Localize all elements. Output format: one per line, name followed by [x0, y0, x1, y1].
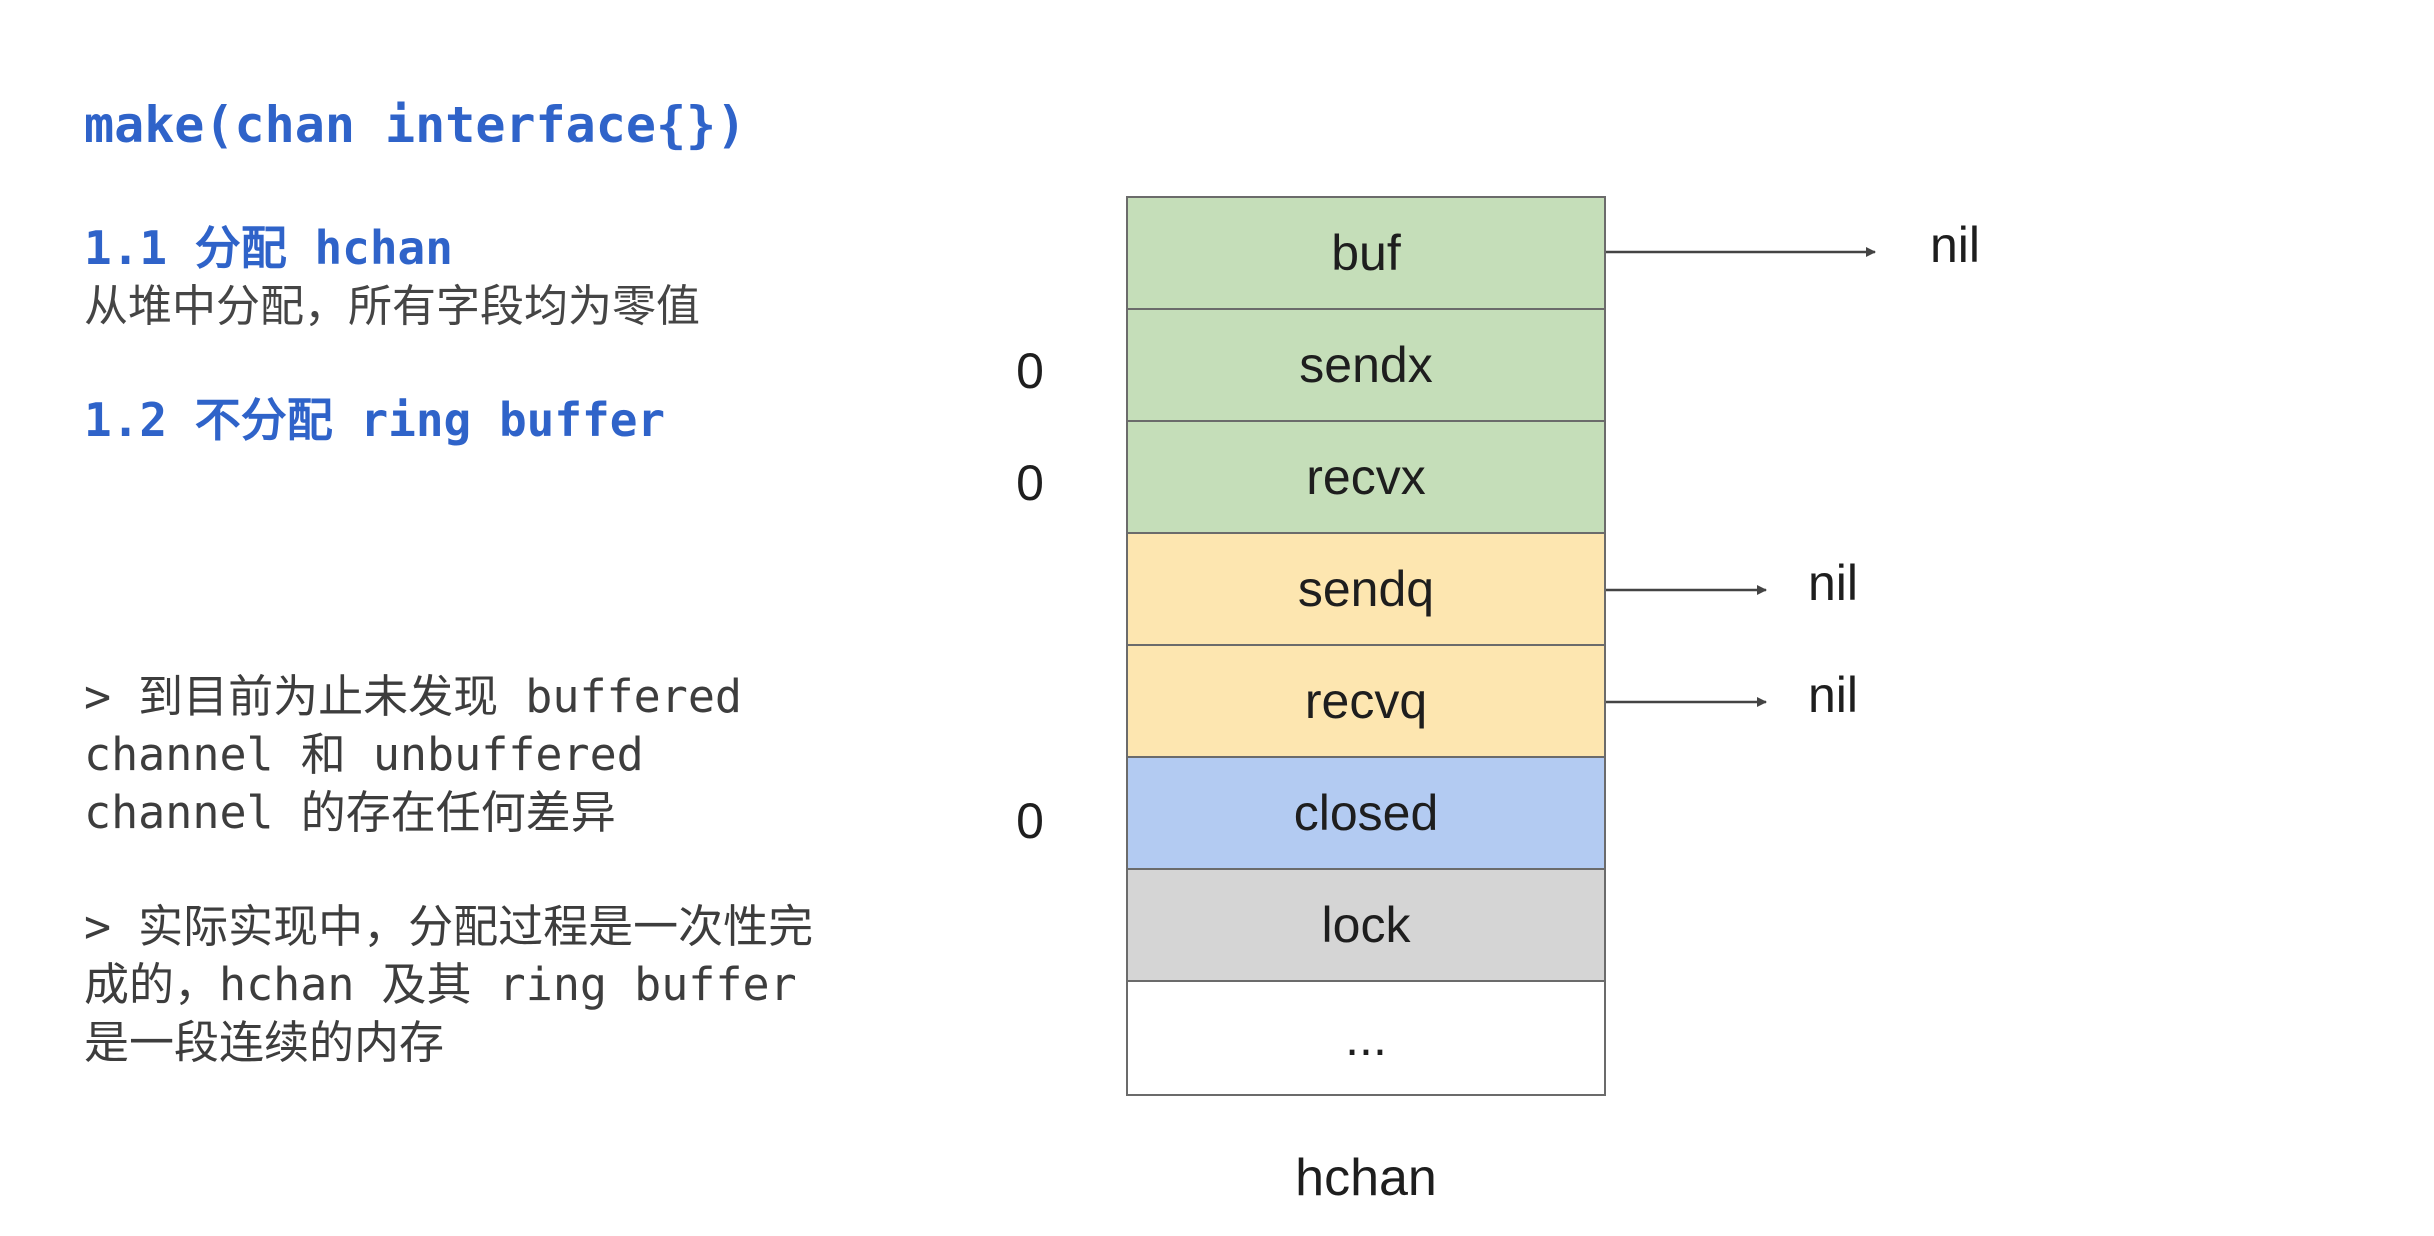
sendq-pointer-nil: nil [1808, 555, 1859, 611]
recvq-pointer-nil: nil [1808, 667, 1859, 723]
buf-pointer-nil: nil [1930, 217, 1981, 273]
pointer-arrows [1606, 247, 1876, 707]
